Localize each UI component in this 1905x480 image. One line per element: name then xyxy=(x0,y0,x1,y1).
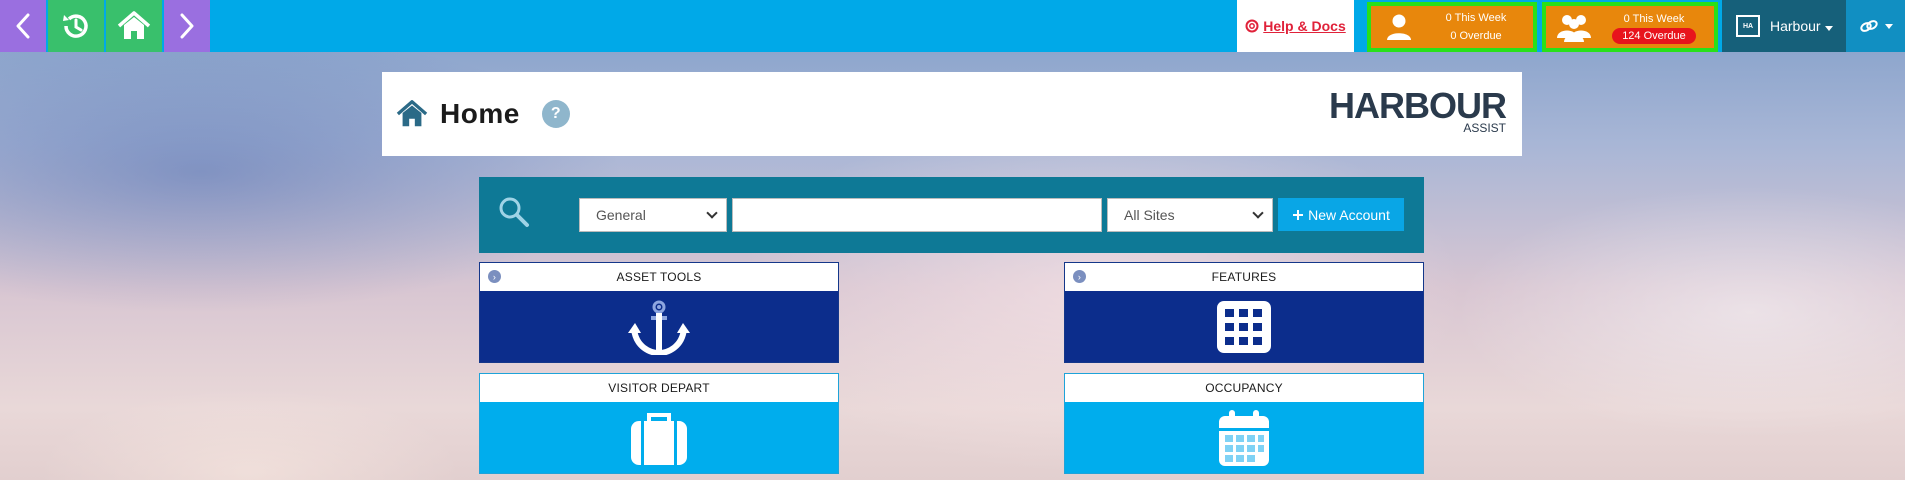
link-icon xyxy=(1859,20,1878,32)
search-input[interactable] xyxy=(732,198,1102,232)
search-icon[interactable] xyxy=(497,195,531,229)
help-docs-label: Help & Docs xyxy=(1263,18,1346,34)
help-docs-link[interactable]: Help & Docs xyxy=(1237,0,1354,52)
my-tasks-summary[interactable]: 0 This Week 0 Overdue xyxy=(1367,2,1537,52)
tile-occupancy[interactable]: OCCUPANCY xyxy=(1064,373,1424,474)
my-tasks-this-week: 0 This Week xyxy=(1445,12,1507,24)
brand-name: HARBOUR xyxy=(1329,85,1507,126)
home-icon xyxy=(117,11,151,39)
site-logo-icon: HA xyxy=(1736,15,1760,37)
grid-icon xyxy=(1217,300,1271,353)
chevron-right-icon xyxy=(180,13,194,39)
plus-icon xyxy=(1293,209,1304,220)
chevron-down-icon xyxy=(706,207,718,219)
team-tasks-this-week: 0 This Week xyxy=(1623,13,1685,25)
tile-visitor-depart[interactable]: VISITOR DEPART xyxy=(479,373,839,474)
site-selector-menu[interactable]: HA Harbour xyxy=(1722,0,1846,52)
home-icon xyxy=(396,100,428,127)
chevron-right-icon[interactable]: › xyxy=(1073,270,1086,283)
tile-label: OCCUPANCY xyxy=(1205,381,1283,395)
search-type-select[interactable]: General xyxy=(579,198,727,232)
team-tasks-overdue-badge: 124 Overdue xyxy=(1612,28,1696,44)
lifebuoy-icon xyxy=(1245,19,1259,33)
caret-down-icon xyxy=(1884,23,1893,29)
new-account-button[interactable]: New Account xyxy=(1278,198,1404,231)
page-title: Home xyxy=(440,98,520,129)
page-header: Home ? HARBOUR ASSIST xyxy=(382,72,1522,156)
caret-down-icon xyxy=(1824,26,1833,31)
chevron-down-icon xyxy=(1252,207,1264,219)
search-type-value: General xyxy=(596,207,646,223)
top-navbar: Help & Docs 0 This Week 0 Overdue 0 This… xyxy=(0,0,1905,52)
brand-logo: HARBOUR ASSIST xyxy=(1329,85,1507,135)
anchor-icon xyxy=(628,300,690,355)
tile-features[interactable]: › FEATURES xyxy=(1064,262,1424,363)
suitcase-icon xyxy=(631,412,687,465)
team-tasks-summary[interactable]: 0 This Week 124 Overdue xyxy=(1542,2,1718,52)
calendar-icon xyxy=(1219,409,1269,466)
site-name: Harbour xyxy=(1770,18,1833,34)
tile-label: VISITOR DEPART xyxy=(608,381,710,395)
home-button[interactable] xyxy=(106,0,162,52)
links-menu[interactable] xyxy=(1846,0,1905,52)
site-filter-value: All Sites xyxy=(1124,207,1175,223)
forward-button[interactable] xyxy=(164,0,210,52)
back-button[interactable] xyxy=(0,0,46,52)
chevron-left-icon xyxy=(16,13,30,39)
history-button[interactable] xyxy=(48,0,104,52)
tile-asset-tools[interactable]: › ASSET TOOLS xyxy=(479,262,839,363)
tile-label: FEATURES xyxy=(1211,270,1277,284)
search-bar: General All Sites New Account xyxy=(479,177,1424,253)
new-account-label: New Account xyxy=(1308,206,1390,223)
help-button[interactable]: ? xyxy=(541,100,570,128)
tile-label: ASSET TOOLS xyxy=(616,270,702,284)
users-icon xyxy=(1557,15,1591,42)
user-icon xyxy=(1387,14,1411,40)
site-filter-select[interactable]: All Sites xyxy=(1107,198,1273,232)
chevron-right-icon[interactable]: › xyxy=(488,270,501,283)
my-tasks-overdue: 0 Overdue xyxy=(1450,30,1502,42)
history-icon xyxy=(63,14,88,38)
